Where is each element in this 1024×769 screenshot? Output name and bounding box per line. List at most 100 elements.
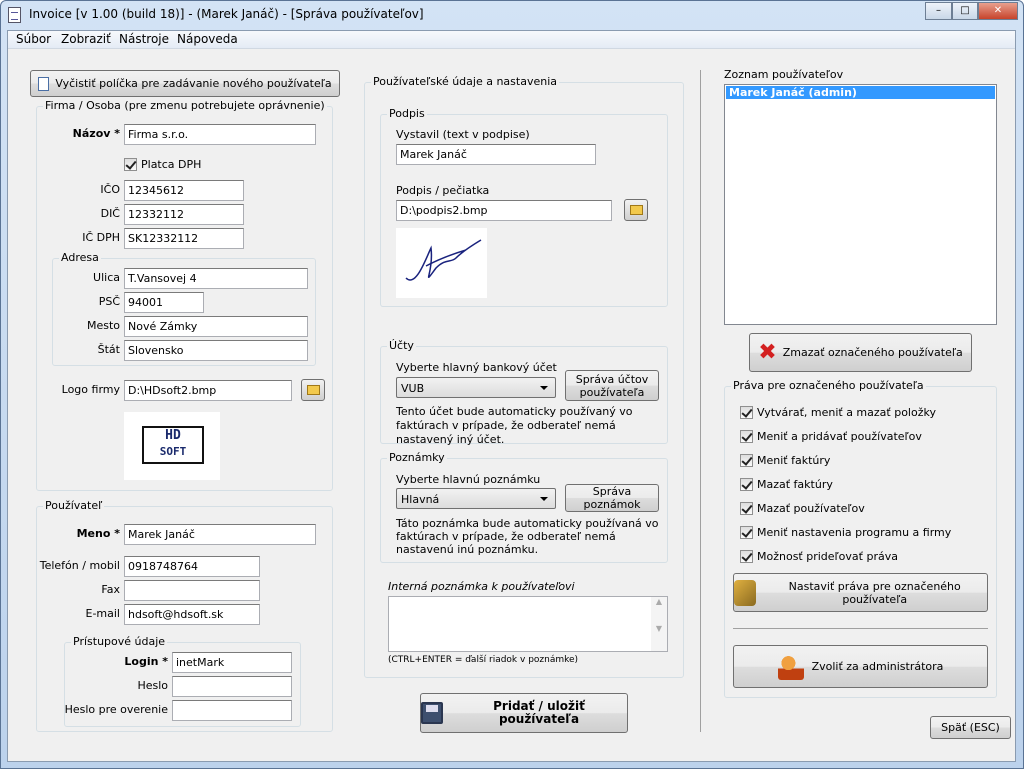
logo-browse-button[interactable] — [301, 379, 325, 401]
meno-input[interactable]: Marek Janáč — [124, 524, 316, 545]
set-rights-button[interactable]: Nastaviť práva pre označeného používateľ… — [733, 573, 988, 612]
save-user-button[interactable]: Pridať / uložiť používateľa — [420, 693, 628, 733]
pecatka-label: Podpis / pečiatka — [396, 184, 490, 197]
nazov-input[interactable]: Firma s.r.o. — [124, 124, 316, 145]
logo-image: HD SOFT — [124, 412, 220, 480]
horizontal-separator — [733, 628, 988, 629]
adresa-group-title: Adresa — [59, 251, 101, 264]
logo-text-hd: HD — [165, 428, 181, 443]
psc-input[interactable]: 94001 — [124, 292, 204, 313]
right-label: Mazať faktúry — [757, 478, 833, 491]
fax-label: Fax — [101, 583, 120, 596]
heslo-input[interactable] — [172, 676, 292, 697]
settings-group-title: Používateľské údaje a nastavenia — [371, 75, 559, 88]
platca-dph-label: Platca DPH — [141, 158, 202, 171]
floppy-disk-icon — [421, 702, 443, 724]
set-admin-label: Zvoliť za administrátora — [811, 660, 944, 673]
login-input[interactable]: inetMark — [172, 652, 292, 673]
psc-label: PSČ — [98, 295, 120, 308]
email-input[interactable]: hdsoft@hdsoft.sk — [124, 604, 260, 625]
meno-label: Meno * — [76, 527, 120, 540]
podpis-group-title: Podpis — [387, 107, 427, 120]
checkbox-checked[interactable] — [740, 550, 753, 563]
clear-fields-button[interactable]: Vyčistiť políčka pre zadávanie nového po… — [30, 70, 340, 97]
checkbox-checked[interactable] — [740, 502, 753, 515]
mesto-input[interactable]: Nové Zámky — [124, 316, 308, 337]
telefon-input[interactable]: 0918748764 — [124, 556, 260, 577]
telefon-label: Telefón / mobil — [39, 559, 120, 572]
ico-label: IČO — [100, 183, 120, 196]
user-group-title: Používateľ — [43, 499, 105, 512]
ucty-info-text: Tento účet bude automaticky používaný vo… — [396, 405, 633, 446]
logo-path-input[interactable]: D:\HDsoft2.bmp — [124, 380, 292, 401]
interna-textarea[interactable]: ▲ ▼ — [388, 596, 668, 652]
right-label: Vytvárať, meniť a mazať položky — [757, 406, 936, 419]
pecatka-input[interactable]: D:\podpis2.bmp — [396, 200, 612, 221]
stat-input[interactable]: Slovensko — [124, 340, 308, 361]
heslo-overenie-input[interactable] — [172, 700, 292, 721]
stat-label: Štát — [97, 343, 120, 356]
clear-fields-label: Vyčistiť políčka pre zadávanie nového po… — [55, 77, 332, 90]
logo-text-soft: SOFT — [159, 445, 187, 458]
manage-accounts-button[interactable]: Správa účtov používateľa — [565, 370, 659, 401]
manage-notes-button[interactable]: Správa poznámok — [565, 484, 659, 512]
right-checkbox[interactable]: Možnosť prideľovať práva — [740, 550, 898, 563]
firma-group-title: Firma / Osoba (pre zmenu potrebujete opr… — [43, 99, 327, 112]
ucet-select[interactable]: VUB — [396, 377, 556, 398]
poznamka-select[interactable]: Hlavná — [396, 488, 556, 509]
new-document-icon — [38, 76, 50, 91]
ico-input[interactable]: 12345612 — [124, 180, 244, 201]
heslo-label: Heslo — [137, 679, 168, 692]
scrollbar[interactable]: ▲ ▼ — [651, 597, 667, 651]
right-checkbox[interactable]: Meniť faktúry — [740, 454, 830, 467]
ulica-input[interactable]: T.Vansovej 4 — [124, 268, 308, 289]
dic-input[interactable]: 12332112 — [124, 204, 244, 225]
nazov-label: Názov * — [72, 127, 120, 140]
icdph-input[interactable]: SK12332112 — [124, 228, 244, 249]
right-label: Meniť a pridávať používateľov — [757, 430, 922, 443]
checkbox-checked[interactable] — [740, 430, 753, 443]
right-checkbox[interactable]: Mazať používateľov — [740, 502, 865, 515]
right-checkbox[interactable]: Meniť nastavenia programu a firmy — [740, 526, 951, 539]
back-button[interactable]: Späť (ESC) — [930, 716, 1011, 739]
red-x-icon: ✖ — [758, 339, 777, 365]
checkbox-checked[interactable] — [740, 406, 753, 419]
save-user-label: Pridať / uložiť používateľa — [493, 699, 585, 726]
set-rights-label: Nastaviť práva pre označeného používateľ… — [788, 579, 961, 606]
right-checkbox[interactable]: Meniť a pridávať používateľov — [740, 430, 922, 443]
set-admin-button[interactable]: Zvoliť za administrátora — [733, 645, 988, 688]
right-checkbox[interactable]: Vytvárať, meniť a mazať položky — [740, 406, 936, 419]
checkbox-checked[interactable] — [124, 158, 137, 171]
fax-input[interactable] — [124, 580, 260, 601]
poznamky-group-title: Poznámky — [387, 451, 447, 464]
dic-label: DIČ — [100, 207, 120, 220]
email-label: E-mail — [85, 607, 121, 620]
rights-group-title: Práva pre označeného používateľa — [731, 379, 926, 392]
ucet-label: Vyberte hlavný bankový účet — [396, 361, 557, 374]
heslo-overenie-label: Heslo pre overenie — [64, 703, 168, 716]
folder-icon — [630, 205, 643, 215]
content: Vyčistiť políčka pre zadávanie nového po… — [0, 0, 1024, 769]
checkbox-checked[interactable] — [740, 478, 753, 491]
right-checkbox[interactable]: Mazať faktúry — [740, 478, 833, 491]
user-list-item[interactable]: Marek Janáč (admin) — [726, 86, 995, 99]
icdph-label: IČ DPH — [82, 231, 120, 244]
delete-user-label: Zmazať označeného používateľa — [782, 346, 963, 359]
right-label: Meniť faktúry — [757, 454, 831, 467]
user-list[interactable]: Marek Janáč (admin) — [724, 84, 997, 325]
platca-dph-checkbox[interactable]: Platca DPH — [124, 158, 201, 171]
checkbox-checked[interactable] — [740, 454, 753, 467]
vertical-separator — [700, 70, 701, 732]
access-group-title: Prístupové údaje — [71, 635, 168, 648]
checkbox-checked[interactable] — [740, 526, 753, 539]
delete-user-button[interactable]: ✖ Zmazať označeného používateľa — [749, 333, 972, 372]
logo-label: Logo firmy — [61, 383, 120, 396]
user-list-label: Zoznam používateľov — [724, 68, 844, 81]
pecatka-browse-button[interactable] — [624, 199, 648, 221]
login-label: Login * — [124, 655, 168, 668]
right-label: Mazať používateľov — [757, 502, 865, 515]
vystavil-input[interactable]: Marek Janáč — [396, 144, 596, 165]
mesto-label: Mesto — [86, 319, 120, 332]
admin-user-icon — [777, 653, 804, 680]
ucty-group-title: Účty — [387, 339, 416, 352]
